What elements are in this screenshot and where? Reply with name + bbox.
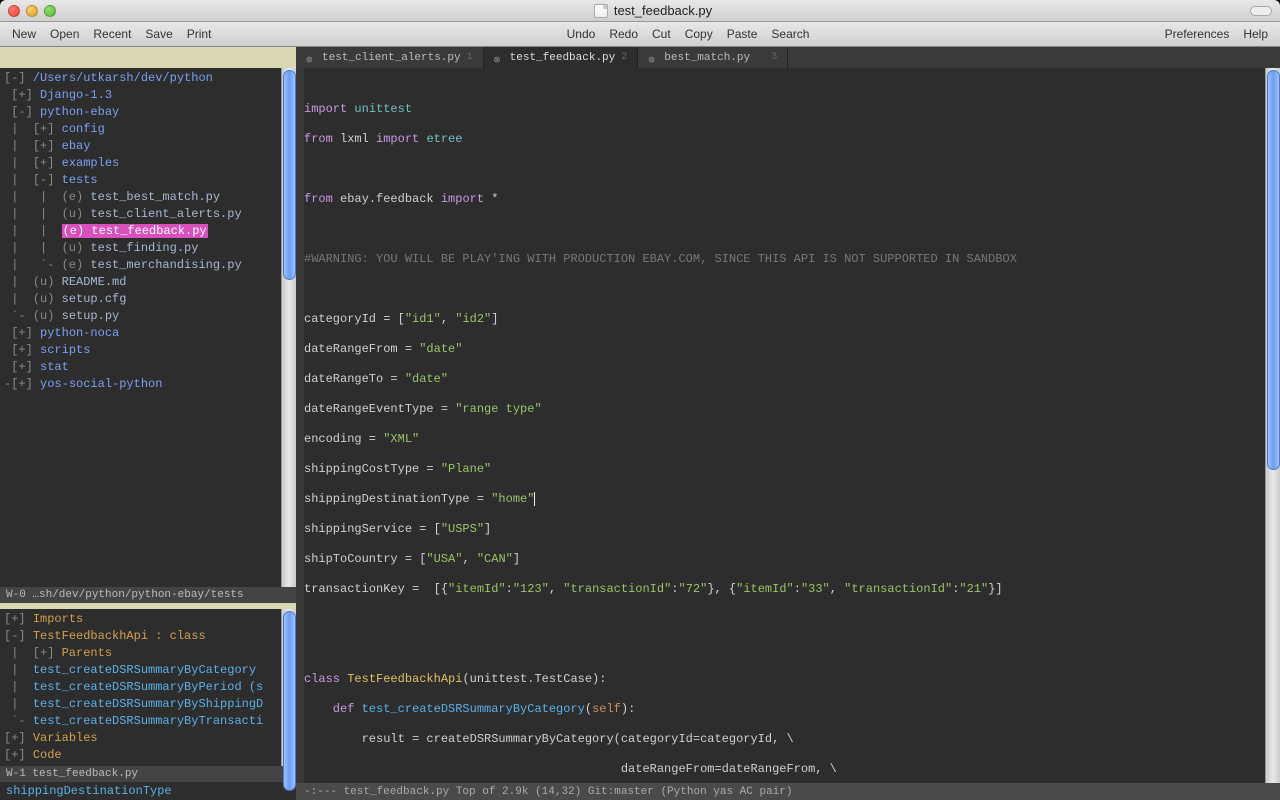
title-text: test_feedback.py [614, 3, 712, 18]
tb-search[interactable]: Search [771, 27, 809, 41]
outline-row[interactable]: [-] TestFeedbackhApi : class [4, 628, 292, 645]
toolbar-pill-icon[interactable] [1250, 6, 1272, 16]
tree-row[interactable]: | | (u) test_finding.py [4, 240, 292, 257]
tab-label: best_match.py [664, 52, 750, 64]
sidebar-modeline-bot: W-1 test_feedback.py [0, 766, 296, 782]
tree-row[interactable]: | | (e) test_feedback.py [4, 223, 292, 240]
tab-index: 3 [771, 52, 777, 63]
tb-open[interactable]: Open [50, 27, 79, 41]
close-icon[interactable]: ⊗ [306, 53, 316, 63]
tab-test_client_alerts-py[interactable]: ⊗ test_client_alerts.py 1 [296, 47, 484, 68]
file-tree[interactable]: [-] /Users/utkarsh/dev/python [+] Django… [0, 68, 296, 587]
outline-row[interactable]: | test_createDSRSummaryByCategory [4, 662, 292, 679]
tree-row[interactable]: | [+] ebay [4, 138, 292, 155]
outline-scrollbar[interactable] [281, 609, 296, 766]
tree-row[interactable]: [+] Django-1.3 [4, 87, 292, 104]
tree-row[interactable]: | (u) setup.cfg [4, 291, 292, 308]
sidebar: [-] /Users/utkarsh/dev/python [+] Django… [0, 68, 296, 800]
code-editor[interactable]: import unittest from lxml import etree f… [296, 68, 1280, 783]
file-icon [594, 4, 608, 18]
traffic-lights [8, 5, 56, 17]
tb-new[interactable]: New [12, 27, 36, 41]
tree-row[interactable]: | | (e) test_best_match.py [4, 189, 292, 206]
sidebar-scrollbar[interactable] [281, 68, 296, 587]
app-window: test_feedback.py New Open Recent Save Pr… [0, 0, 1280, 800]
tree-row[interactable]: | (u) README.md [4, 274, 292, 291]
outline-row[interactable]: | [+] Parents [4, 645, 292, 662]
tab-test_feedback-py[interactable]: ⊗ test_feedback.py 2 [484, 47, 639, 68]
outline-row[interactable]: | test_createDSRSummaryByPeriod (s [4, 679, 292, 696]
editor-scrollbar[interactable] [1265, 68, 1280, 783]
tree-row[interactable]: | `- (e) test_merchandising.py [4, 257, 292, 274]
toolbar-mid: Undo Redo Cut Copy Paste Search [555, 27, 822, 41]
outline-row[interactable]: | test_createDSRSummaryByShippingD [4, 696, 292, 713]
tb-prefs[interactable]: Preferences [1165, 27, 1230, 41]
close-icon[interactable] [8, 5, 20, 17]
tree-row[interactable]: | [-] tests [4, 172, 292, 189]
outline-tree[interactable]: [+] Imports[-] TestFeedbackhApi : class … [0, 609, 296, 766]
tree-row[interactable]: [+] stat [4, 359, 292, 376]
tab-label: test_client_alerts.py [322, 52, 461, 64]
tb-cut[interactable]: Cut [652, 27, 671, 41]
sidebar-modeline-top: W-0 …sh/dev/python/python-ebay/tests [0, 587, 296, 603]
editor-pane: import unittest from lxml import etree f… [296, 68, 1280, 800]
tab-index: 2 [621, 52, 627, 63]
tab-strip: ⊗ test_client_alerts.py 1 ⊗ test_feedback.py… [296, 47, 1280, 68]
tb-print[interactable]: Print [187, 27, 212, 41]
tb-copy[interactable]: Copy [685, 27, 713, 41]
titlebar[interactable]: test_feedback.py [0, 0, 1280, 22]
zoom-icon[interactable] [44, 5, 56, 17]
tree-row[interactable]: [-] python-ebay [4, 104, 292, 121]
toolbar-left: New Open Recent Save Print [0, 27, 223, 41]
tb-undo[interactable]: Undo [567, 27, 596, 41]
tb-redo[interactable]: Redo [609, 27, 638, 41]
toolbar: New Open Recent Save Print Undo Redo Cut… [0, 22, 1280, 47]
outline-row[interactable]: `- test_createDSRSummaryByTransacti [4, 713, 292, 730]
tree-row[interactable]: [+] python-noca [4, 325, 292, 342]
tb-recent[interactable]: Recent [93, 27, 131, 41]
tree-row[interactable]: [-] /Users/utkarsh/dev/python [4, 70, 292, 87]
outline-row[interactable]: [+] Code [4, 747, 292, 764]
outline-row[interactable]: [+] Imports [4, 611, 292, 628]
tab-strip-row: ⊗ test_client_alerts.py 1 ⊗ test_feedback.py… [0, 47, 1280, 68]
minimize-icon[interactable] [26, 5, 38, 17]
main: [-] /Users/utkarsh/dev/python [+] Django… [0, 68, 1280, 800]
tree-row[interactable]: `- (u) setup.py [4, 308, 292, 325]
tab-best_match-py[interactable]: ⊗ best_match.py 3 [638, 47, 788, 68]
minibuffer[interactable]: shippingDestinationType [0, 782, 296, 800]
window-title: test_feedback.py [56, 3, 1250, 18]
close-icon[interactable]: ⊗ [648, 53, 658, 63]
modeline: -:--- test_feedback.py Top of 2.9k (14,3… [296, 783, 1280, 800]
tree-row[interactable]: -[+] yos-social-python [4, 376, 292, 393]
outline-row[interactable]: [+] Variables [4, 730, 292, 747]
tb-save[interactable]: Save [145, 27, 172, 41]
tab-label: test_feedback.py [510, 52, 616, 64]
tree-row[interactable]: | | (u) test_client_alerts.py [4, 206, 292, 223]
tab-index: 1 [467, 52, 473, 63]
tb-paste[interactable]: Paste [727, 27, 758, 41]
toolbar-right: Preferences Help [1153, 27, 1280, 41]
tree-row[interactable]: [+] scripts [4, 342, 292, 359]
tree-row[interactable]: | [+] config [4, 121, 292, 138]
tree-row[interactable]: | [+] examples [4, 155, 292, 172]
close-icon[interactable]: ⊗ [494, 53, 504, 63]
tb-help[interactable]: Help [1243, 27, 1268, 41]
